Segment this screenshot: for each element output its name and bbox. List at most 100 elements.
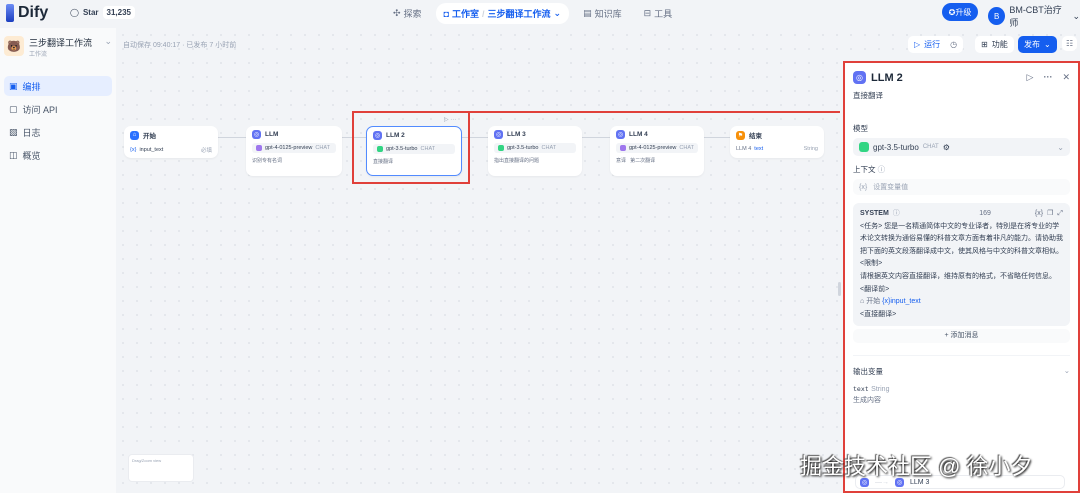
nav-explore[interactable]: ✣ 探索 <box>385 3 430 24</box>
book-icon: ▤ <box>583 8 592 18</box>
llm-icon: ◎ <box>252 130 261 139</box>
output-type: String <box>871 386 890 394</box>
checklist-button[interactable]: ☷ <box>1062 36 1078 51</box>
chevron-down-icon: ⌄ <box>1057 142 1064 152</box>
required-label: 必填 <box>200 148 212 154</box>
close-icon[interactable]: ✕ <box>1062 72 1070 83</box>
app-selector[interactable]: 🐻 三步翻译工作流 工作流 ⌄ <box>0 28 116 66</box>
logo-icon <box>6 4 14 22</box>
chevron-down-icon: ⌄ <box>104 36 112 46</box>
node-desc: 识别专有名词 <box>252 158 283 164</box>
sidebar-item-api[interactable]: ▢ 访问 API <box>4 99 112 119</box>
nav-label: 探索 <box>403 9 422 19</box>
node-llm-3[interactable]: ◎ LLM 3 gpt-3.5-turbo CHAT 指出直接翻译的问题 <box>488 126 582 176</box>
highlight-box <box>352 111 470 184</box>
output-variables: 输出变量 ⌄ text String 生成内容 <box>853 355 1070 405</box>
chevron-down-icon: ⌄ <box>1044 40 1051 49</box>
openai-icon <box>256 145 262 151</box>
github-star[interactable]: ◯ Star 31,235 <box>70 6 135 19</box>
edge <box>582 137 610 138</box>
node-type: String <box>803 146 818 152</box>
node-title: LLM <box>265 131 279 138</box>
output-var: text <box>853 385 869 394</box>
checklist-icon: ☷ <box>1066 39 1074 48</box>
sidebar-item-overview[interactable]: ◫ 概览 <box>4 145 112 165</box>
nav-tools[interactable]: ⊟ 工具 <box>636 3 681 24</box>
sidebar-item-logs[interactable]: ▧ 日志 <box>4 122 112 142</box>
node-model: gpt-4-0125-preview <box>265 145 313 151</box>
nav-label: 工具 <box>654 9 673 19</box>
context-label: 上下文 <box>853 165 876 174</box>
nav-studio[interactable]: ◘ 工作室 / 三步翻译工作流 ⌄ <box>435 3 570 24</box>
sidebar: 🐻 三步翻译工作流 工作流 ⌄ ▣ 编排 ▢ 访问 API ▧ 日志 ◫ 概览 <box>0 28 116 493</box>
compass-icon: ✣ <box>393 8 401 18</box>
sidebar-item-label: 概览 <box>22 150 41 161</box>
play-icon[interactable]: ▷ <box>1027 72 1034 83</box>
node-var: LLM 4 <box>736 146 752 152</box>
dify-logo[interactable]: Dify <box>6 4 48 22</box>
terminal-icon: ▢ <box>9 103 18 114</box>
main-nav: ✣ 探索 ◘ 工作室 / 三步翻译工作流 ⌄ ▤ 知识库 ⊟ 工具 <box>385 3 680 24</box>
star-label: Star <box>82 8 99 17</box>
help-icon: ⓘ <box>892 210 900 217</box>
chevron-down-icon: ⌄ <box>553 8 562 18</box>
app-switcher[interactable]: 三步翻译工作流 <box>488 7 551 20</box>
node-end[interactable]: ⚑ 结束 LLM 4 text String <box>730 126 824 158</box>
add-message-button[interactable]: + 添加消息 <box>853 329 1070 344</box>
node-start[interactable]: ⌂ 开始 {x} input_text 必填 <box>124 126 218 158</box>
resize-handle[interactable] <box>838 282 841 296</box>
panel-desc[interactable]: 直接翻译 <box>853 90 1070 101</box>
node-title: 开始 <box>143 133 156 140</box>
run-button[interactable]: ▷ 运行 ◷ <box>908 36 964 53</box>
panel-title[interactable]: LLM 2 <box>871 72 903 84</box>
copy-icon[interactable]: ❐ <box>1047 208 1053 221</box>
user-menu[interactable]: B BM-CBT治疗师 ⌄ <box>988 3 1080 29</box>
autosave-status: 自动保存 09:40:17 · 已发布 7 小时前 <box>123 42 237 49</box>
chevron-down-icon[interactable]: ⌄ <box>1064 366 1070 377</box>
top-bar: Dify ◯ Star 31,235 ✣ 探索 ◘ 工作室 / 三步翻译工作流 ⌄ ▤ 知识库 … <box>0 0 1080 28</box>
node-title: LLM 3 <box>507 131 526 138</box>
llm-icon: ◎ <box>616 130 625 139</box>
openai-icon <box>620 145 626 151</box>
openai-icon <box>498 145 504 151</box>
output-desc: 生成内容 <box>853 397 881 405</box>
var-name: input_text <box>890 298 921 306</box>
history-icon[interactable]: ◷ <box>950 40 957 49</box>
node-llm[interactable]: ◎ LLM gpt-4-0125-preview CHAT 识别专有名词 <box>246 126 342 176</box>
node-title: 结束 <box>749 133 762 140</box>
expand-icon[interactable]: ⤢ <box>1057 208 1063 221</box>
help-icon: ⓘ <box>877 165 886 174</box>
context-placeholder: 设置变量值 <box>873 184 909 191</box>
app-name: 三步翻译工作流 <box>29 38 93 48</box>
model-selector[interactable]: gpt-3.5-turbo CHAT ⚙ ⌄ <box>853 138 1070 156</box>
prompt-line: <翻译前> <box>860 285 890 293</box>
minimap[interactable]: Drag/Zoom view <box>128 454 194 482</box>
features-button[interactable]: ⊞ 功能 <box>975 36 1014 53</box>
minimap-label: Drag/Zoom view <box>132 458 162 463</box>
nav-knowledge[interactable]: ▤ 知识库 <box>575 3 630 24</box>
model-name: gpt-3.5-turbo <box>873 142 919 152</box>
user-name: BM-CBT治疗师 <box>1009 5 1062 28</box>
insert-variable-icon[interactable]: {x} <box>1035 208 1043 221</box>
llm-icon: ◎ <box>853 71 866 84</box>
context-variable-select[interactable]: {x} 设置变量值 <box>853 179 1070 195</box>
app-icon: 🐻 <box>4 36 24 56</box>
orchestrate-icon: ▣ <box>9 80 18 91</box>
settings-icon[interactable]: ⚙ <box>943 143 950 152</box>
system-prompt-editor[interactable]: SYSTEM ⓘ 169 {x} ❐ ⤢ <任务> 您是一名精通简体中文的专业译者，特别是… <box>853 203 1070 327</box>
log-icon: ▧ <box>9 126 18 137</box>
watermark: 掘金技术社区 @ 徐小夕 <box>800 454 1033 479</box>
sparkle-icon: ✪ <box>948 7 956 17</box>
upgrade-button[interactable]: ✪ 升级 <box>942 3 978 21</box>
model-tag: CHAT <box>541 145 557 151</box>
prompt-line: <限制> <box>860 260 883 268</box>
sidebar-item-orchestrate[interactable]: ▣ 编排 <box>4 76 112 96</box>
divider: / <box>482 8 485 19</box>
publish-button[interactable]: 发布 ⌄ <box>1018 36 1057 53</box>
output-label: 输出变量 <box>853 367 883 377</box>
upgrade-label: 升级 <box>955 7 972 17</box>
more-icon[interactable]: ··· <box>1043 72 1052 83</box>
node-llm-4[interactable]: ◎ LLM 4 gpt-4-0125-preview CHAT 意译 第二次翻译 <box>610 126 704 176</box>
nav-label: 工作室 <box>452 9 480 19</box>
variable-icon: {x} <box>859 183 868 191</box>
